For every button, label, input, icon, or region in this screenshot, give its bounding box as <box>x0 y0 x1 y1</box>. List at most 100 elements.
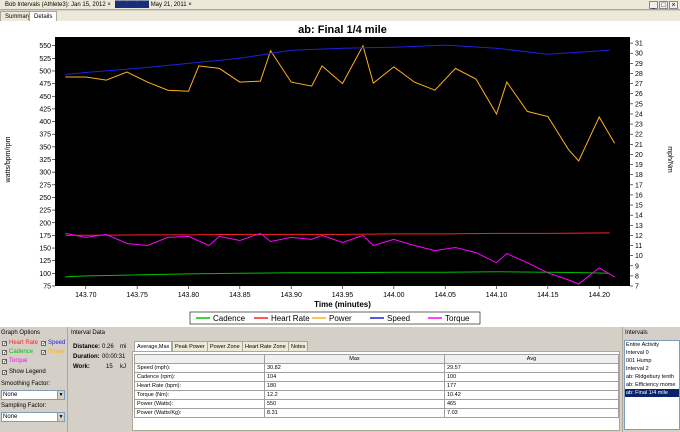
distance-value: 0.26 <box>102 344 114 350</box>
graph-options-panel: Graph Options ✓ Heart Rate ✓ Speed ✓ Cad… <box>0 327 68 432</box>
interval-data-panel: Interval Data Distance: 0.26 mi Duration… <box>69 327 620 432</box>
close-icon[interactable]: × <box>107 2 111 8</box>
y-left-tick-label: 325 <box>39 157 51 164</box>
intervals-list[interactable]: Entire Activity Interval 0 001 Hump Inte… <box>624 340 680 430</box>
list-item[interactable]: Entire Activity <box>625 341 679 349</box>
y-right-tick-label: 27 <box>635 81 643 88</box>
distance-label: Distance: <box>73 344 101 350</box>
row-avg: 100 <box>444 372 619 382</box>
legend-label: Speed <box>387 314 410 323</box>
y-right-tick-label: 30 <box>635 51 643 58</box>
torque-checkbox[interactable]: ✓ <box>2 359 7 365</box>
sampling-factor-value: None <box>3 414 18 420</box>
tab-power-zone[interactable]: Power Zone <box>207 341 243 351</box>
list-item[interactable]: 001 Hump <box>625 357 679 365</box>
tab-peak-power[interactable]: Peak Power <box>172 341 208 351</box>
sampling-factor-label: Sampling Factor: <box>1 403 47 409</box>
list-item[interactable]: ab: Efficiency mome <box>625 381 679 389</box>
row-label: Cadence (rpm): <box>134 372 265 382</box>
power-checkbox[interactable]: ✓ <box>41 350 46 356</box>
cadence-option-label: Cadence <box>9 349 34 355</box>
row-label: Power (Watts/Kg): <box>134 408 265 418</box>
row-max: 12.2 <box>264 390 445 400</box>
table-header-row: Max Avg <box>134 354 619 364</box>
legend-label: Heart Rate <box>271 314 310 323</box>
y-left-tick-label: 75 <box>43 284 51 291</box>
row-max: 104 <box>264 372 445 382</box>
main-tabs: Summary Details <box>0 11 680 21</box>
chart: ab: Final 1/4 mile7510012515017520022525… <box>0 21 680 327</box>
y-right-tick-label: 14 <box>635 213 643 220</box>
table-header <box>134 354 265 364</box>
row-label: Power (Watts): <box>134 399 265 409</box>
list-item[interactable]: Interval 2 <box>625 365 679 373</box>
chart-title: ab: Final 1/4 mile <box>298 24 387 36</box>
chevron-down-icon[interactable]: ▼ <box>57 391 64 399</box>
y-right-tick-label: 23 <box>635 122 643 129</box>
work-label: Work: <box>73 364 90 370</box>
y-right-tick-label: 28 <box>635 71 643 78</box>
speed-checkbox[interactable]: ✓ <box>41 341 46 347</box>
cadence-checkbox[interactable]: ✓ <box>2 350 7 356</box>
duration-value: 00:00:31 <box>102 354 126 360</box>
close-icon[interactable]: × <box>188 2 192 8</box>
y-right-tick-label: 10 <box>635 253 643 260</box>
x-tick-label: 144.05 <box>434 292 456 299</box>
y-left-tick-label: 525 <box>39 56 51 63</box>
x-tick-label: 144.20 <box>588 292 610 299</box>
close-button[interactable]: × <box>669 1 678 9</box>
show-legend-checkbox[interactable]: ✓ <box>2 370 7 376</box>
y-left-tick-label: 375 <box>39 132 51 139</box>
minimize-button[interactable]: _ <box>649 1 658 9</box>
x-tick-label: 144.15 <box>537 292 559 299</box>
smoothing-factor-select[interactable]: None ▼ <box>1 390 65 400</box>
y-axis-label-right: mph/Nm <box>666 146 673 173</box>
row-avg: 29.57 <box>444 363 619 373</box>
row-label: Heart Rate (bpm): <box>134 381 265 391</box>
doc-tab-bob-intervals[interactable]: Bob Intervals (Athlete3): Jan 15, 2012 × <box>2 0 114 10</box>
maximize-button[interactable]: □ <box>659 1 668 9</box>
intervals-panel: Intervals Entire Activity Interval 0 001… <box>622 327 680 432</box>
y-right-tick-label: 19 <box>635 162 643 169</box>
sampling-factor-select[interactable]: None ▼ <box>1 412 65 422</box>
legend-label: Torque <box>445 314 470 323</box>
tab-details[interactable]: Details <box>29 11 58 21</box>
show-legend-label: Show Legend <box>9 369 46 375</box>
y-left-tick-label: 475 <box>39 81 51 88</box>
heart-rate-checkbox[interactable]: ✓ <box>2 341 7 347</box>
y-right-tick-label: 31 <box>635 41 643 48</box>
list-item[interactable]: Interval 0 <box>625 349 679 357</box>
y-right-tick-label: 24 <box>635 111 643 118</box>
chevron-down-icon[interactable]: ▼ <box>57 413 64 421</box>
tab-average-max[interactable]: Average,Max <box>134 341 173 351</box>
interval-data-title: Interval Data <box>71 330 106 336</box>
x-tick-label: 143.90 <box>280 292 302 299</box>
tab-notes[interactable]: Notes <box>288 341 309 351</box>
bottom-panel: Graph Options ✓ Heart Rate ✓ Speed ✓ Cad… <box>0 327 680 432</box>
redacted-label: ████████ <box>115 2 150 8</box>
y-right-tick-label: 20 <box>635 152 643 159</box>
table-row: Cadence (rpm): 104 100 <box>134 372 619 382</box>
row-label: Torque (Nm): <box>134 390 265 400</box>
smoothing-factor-label: Smoothing Factor: <box>1 381 51 387</box>
tab-heart-rate-zone[interactable]: Heart Rate Zone <box>242 341 289 351</box>
y-left-tick-label: 350 <box>39 144 51 151</box>
y-left-tick-label: 425 <box>39 106 51 113</box>
doc-tab-may-2011[interactable]: ████████ May 21, 2011 × <box>112 0 195 10</box>
row-avg: 177 <box>444 381 619 391</box>
y-left-tick-label: 225 <box>39 208 51 215</box>
y-right-tick-label: 9 <box>635 263 639 270</box>
y-right-tick-label: 8 <box>635 273 639 280</box>
row-avg: 7.03 <box>444 408 619 418</box>
y-right-tick-label: 18 <box>635 172 643 179</box>
row-avg: 465 <box>444 399 619 409</box>
list-item[interactable]: ab: Ridgebury tenth <box>625 373 679 381</box>
distance-unit: mi <box>120 344 127 350</box>
y-left-tick-label: 300 <box>39 170 51 177</box>
list-item-selected[interactable]: ab: Final 1/4 mile <box>625 389 679 397</box>
row-avg: 10.42 <box>444 390 619 400</box>
x-tick-label: 144.00 <box>383 292 405 299</box>
y-left-tick-label: 250 <box>39 195 51 202</box>
heart-rate-option-label: Heart Rate <box>9 340 39 346</box>
y-left-tick-label: 275 <box>39 182 51 189</box>
